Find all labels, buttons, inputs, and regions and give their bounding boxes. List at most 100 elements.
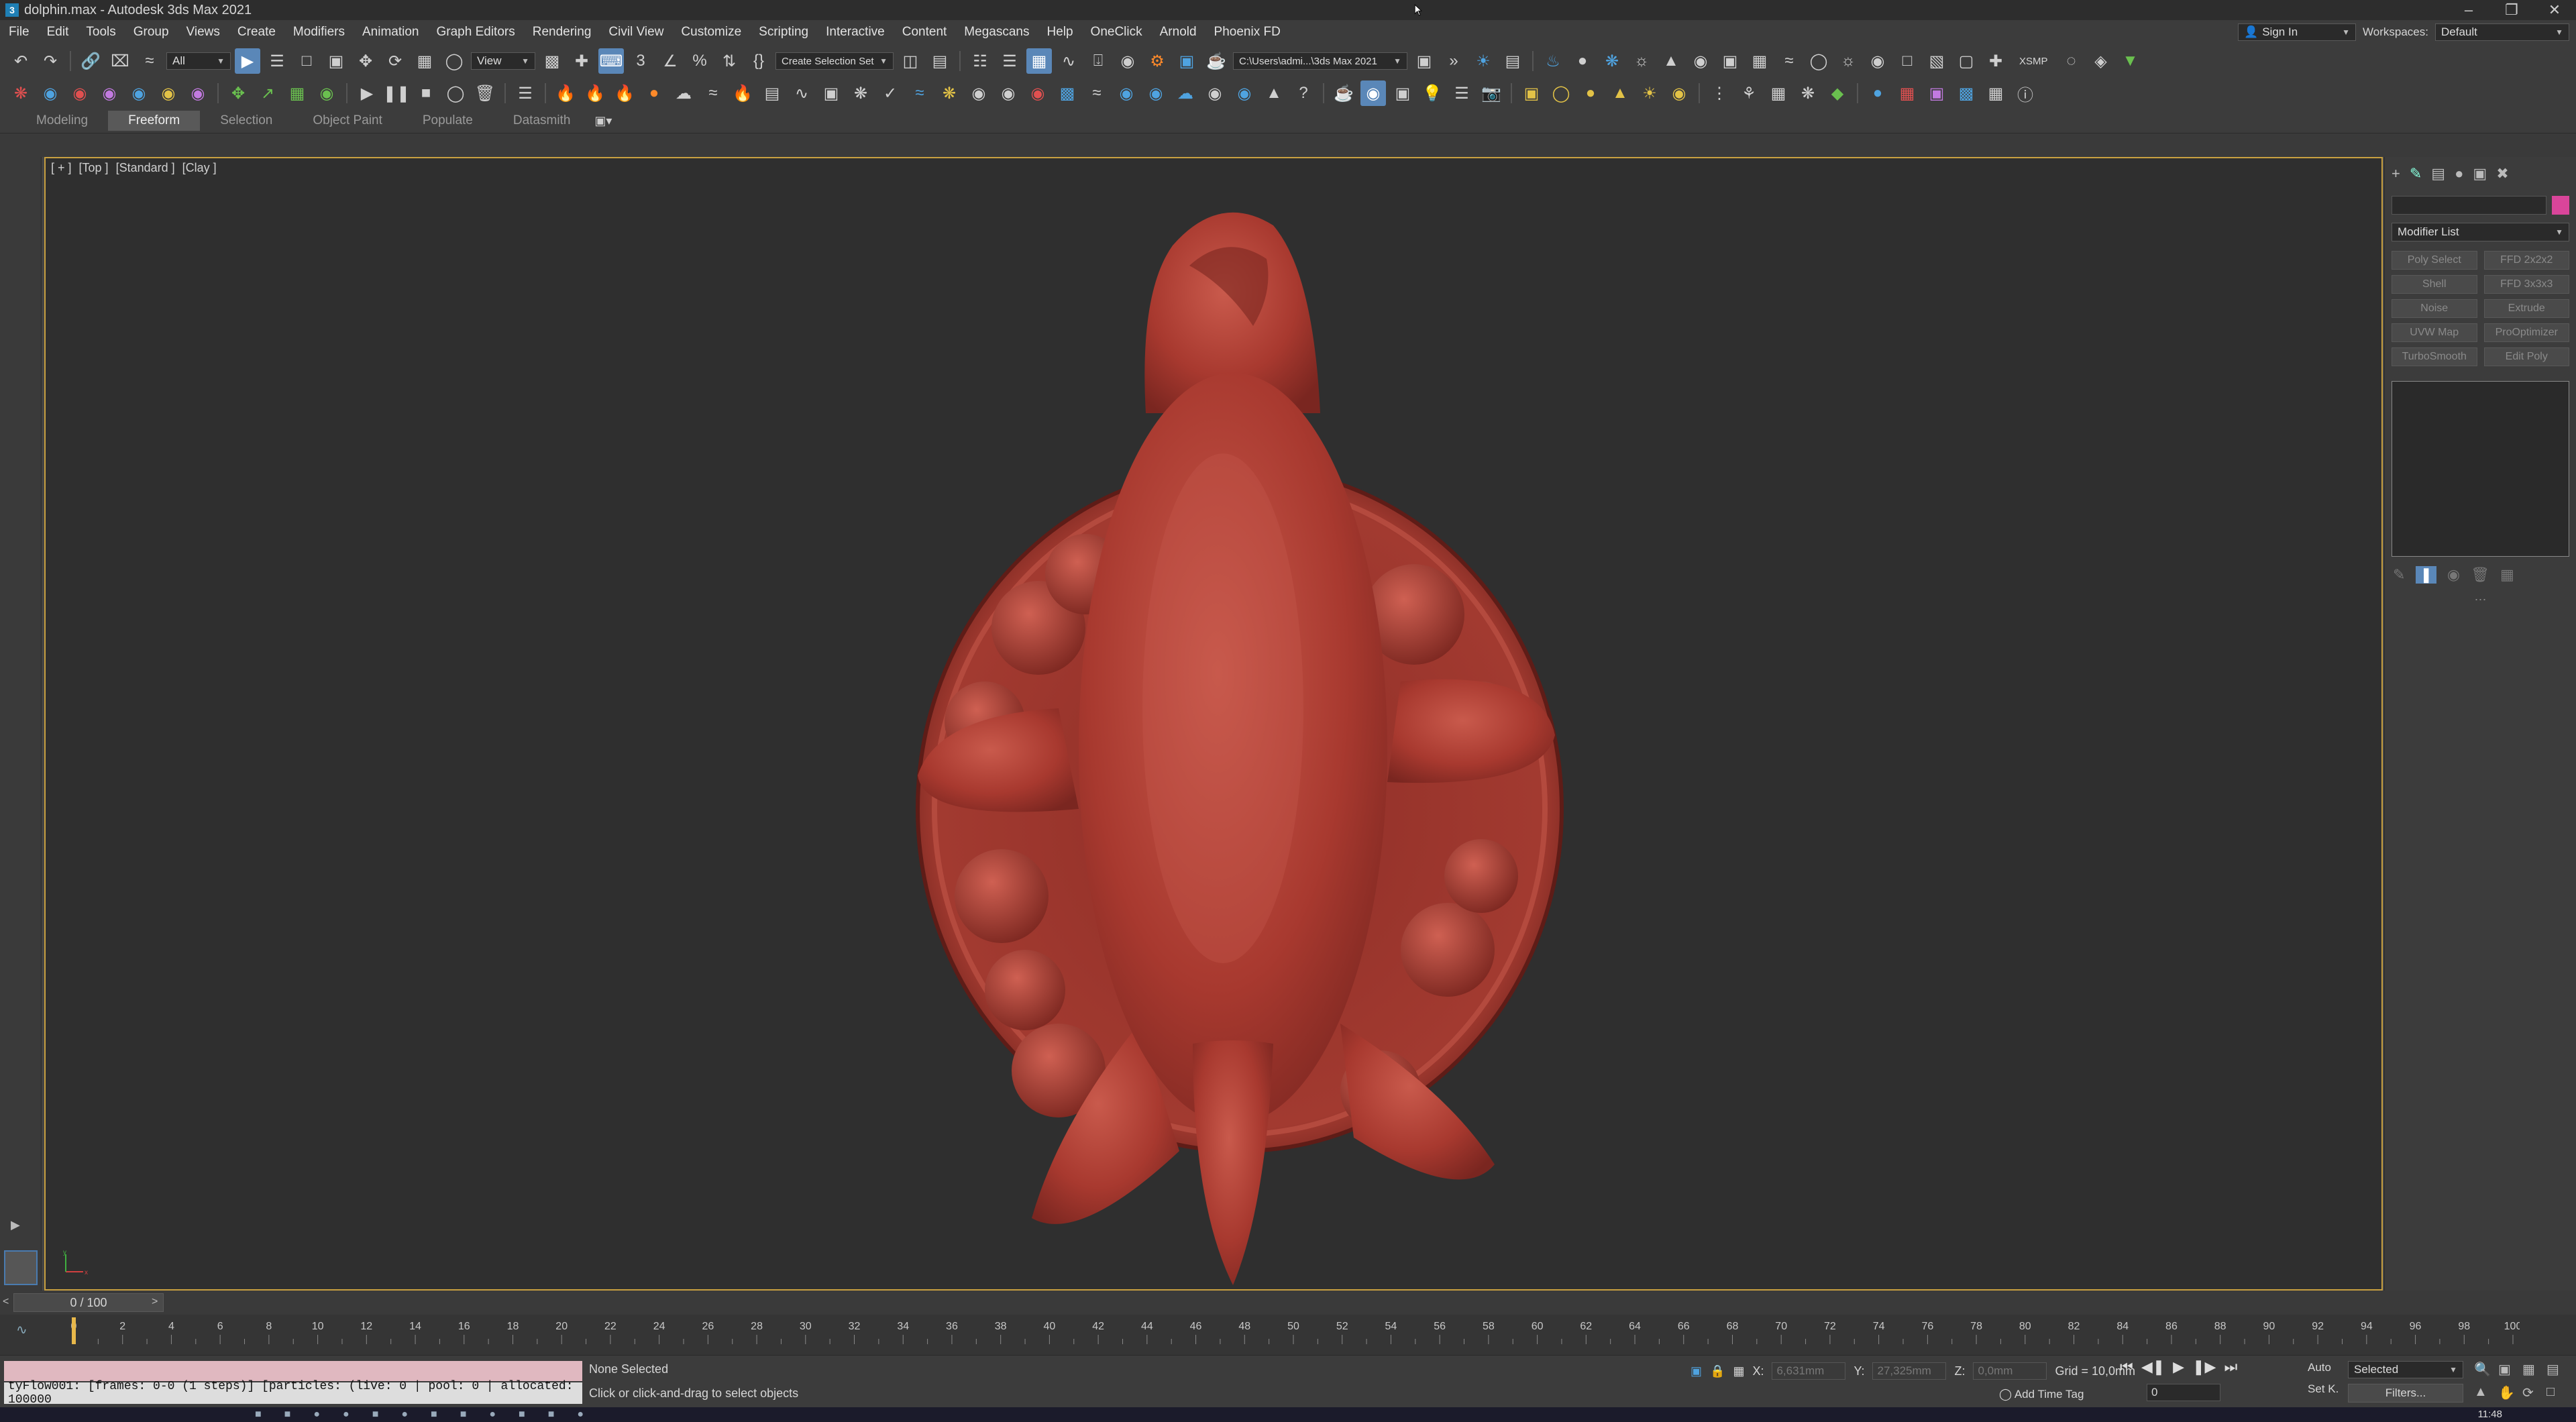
liquid-sim-icon[interactable]: ▩	[1055, 80, 1080, 106]
tab-freeform[interactable]: Freeform	[108, 111, 201, 131]
select-by-name-icon[interactable]: ☰	[264, 48, 290, 74]
wind-icon[interactable]: ≈	[907, 80, 932, 106]
taskbar-app-icon[interactable]: ●	[577, 1409, 584, 1421]
fire-preset-icon[interactable]: 🔥	[612, 80, 637, 106]
transform-gizmo-icon[interactable]: ✥	[225, 80, 251, 106]
sphere-light-icon[interactable]: ●	[1578, 80, 1603, 106]
rectangular-selection-icon[interactable]: □	[294, 48, 319, 74]
mesh-light-icon[interactable]: ▲	[1607, 80, 1633, 106]
phoenix-grid-icon[interactable]: ▧	[1924, 48, 1949, 74]
configure-sets-icon[interactable]: ▦	[2500, 566, 2514, 584]
lock-selection-icon[interactable]: 🔒	[1710, 1364, 1725, 1378]
curve-editor-icon[interactable]: ∿	[1056, 48, 1081, 74]
orbit-icon[interactable]: ⟳	[2522, 1384, 2544, 1401]
ribbon-options-icon[interactable]: ▣▾	[590, 108, 616, 133]
modify-tab-icon[interactable]: ✎	[2410, 165, 2422, 182]
mirror-icon[interactable]: ◫	[898, 48, 923, 74]
menu-group[interactable]: Group	[125, 20, 178, 44]
menu-file[interactable]: File	[0, 20, 38, 44]
particle-speed-icon[interactable]: ◉	[126, 80, 152, 106]
proxy-icon[interactable]: ▦	[1766, 80, 1791, 106]
track-view-icon[interactable]: ↗	[255, 80, 280, 106]
viewport-point-of-view[interactable]: [Top ]	[79, 161, 109, 174]
phoenix-light-icon[interactable]: ☼	[1835, 48, 1861, 74]
fire-sim-icon[interactable]: ●	[641, 80, 667, 106]
modifier-button-edit-poly[interactable]: Edit Poly	[2483, 347, 2569, 366]
select-object-icon[interactable]: ▶	[235, 48, 260, 74]
isolate-selection-icon[interactable]: ▣	[1690, 1364, 1702, 1378]
particle-force-icon[interactable]: ◉	[156, 80, 181, 106]
link-icon[interactable]: 🔗	[78, 48, 103, 74]
keyboard-shortcut-override-icon[interactable]: ⌨	[598, 48, 624, 74]
zoom-extents-icon[interactable]: ▦	[2522, 1361, 2544, 1378]
menu-modifiers[interactable]: Modifiers	[284, 20, 354, 44]
tyflow-icon[interactable]: ▼	[2118, 48, 2143, 74]
clipper-icon[interactable]: ❋	[1795, 80, 1821, 106]
modifier-button-extrude[interactable]: Extrude	[2483, 299, 2569, 318]
time-slider[interactable]: < 0 / 100 >	[0, 1291, 2576, 1315]
named-selection-set-dropdown[interactable]: Create Selection Set ▼	[775, 52, 894, 70]
menu-views[interactable]: Views	[178, 20, 229, 44]
pivot-point-icon[interactable]: ▩	[539, 48, 565, 74]
modifier-button-ffd-2x2x2[interactable]: FFD 2x2x2	[2483, 251, 2569, 270]
hierarchy-tab-icon[interactable]: ▤	[2431, 165, 2445, 182]
simulation-log-icon[interactable]: ☰	[513, 80, 538, 106]
splash-icon[interactable]: ◉	[1143, 80, 1169, 106]
previous-frame-icon[interactable]: <	[3, 1296, 9, 1308]
undo-icon[interactable]: ↶	[8, 48, 34, 74]
maximize-viewport-icon[interactable]: □	[2546, 1384, 2568, 1401]
phoenix-simulator-icon[interactable]: ▦	[1747, 48, 1772, 74]
maxscript-output[interactable]: tyFlow001: [frames: 0-0 (1 steps)] [part…	[4, 1380, 582, 1407]
restore-icon[interactable]: ❐	[2490, 0, 2533, 20]
vortex-icon[interactable]: ◉	[966, 80, 991, 106]
show-end-result-icon[interactable]: ❚	[2416, 566, 2436, 584]
workspace-dropdown[interactable]: Default ▼	[2435, 23, 2569, 41]
menu-interactive[interactable]: Interactive	[817, 20, 894, 44]
quick-render-icon[interactable]: ◉	[1360, 80, 1386, 106]
arnold-light-icon[interactable]: ☀	[1470, 48, 1496, 74]
align-icon[interactable]: ▤	[927, 48, 953, 74]
modifier-button-noise[interactable]: Noise	[2392, 299, 2477, 318]
particle-source-icon[interactable]: ◉	[67, 80, 93, 106]
tab-object-paint[interactable]: Object Paint	[292, 111, 402, 131]
help-icon[interactable]: ?	[1291, 80, 1316, 106]
record-icon[interactable]: ◉	[1025, 80, 1051, 106]
emitter-icon[interactable]: ❋	[936, 80, 962, 106]
tab-populate[interactable]: Populate	[402, 111, 493, 131]
bind-space-warp-icon[interactable]: ≈	[137, 48, 162, 74]
current-frame-marker[interactable]	[72, 1317, 76, 1344]
arnold-render-view-icon[interactable]: ▤	[1500, 48, 1525, 74]
time-slider-thumb[interactable]: 0 / 100	[13, 1293, 164, 1312]
render-production-icon[interactable]: ☕	[1203, 48, 1229, 74]
tab-datasmith[interactable]: Datasmith	[493, 111, 591, 131]
modifier-button-prooptimizer[interactable]: ProOptimizer	[2483, 323, 2569, 342]
fur-icon[interactable]: ⚘	[1736, 80, 1762, 106]
menu-customize[interactable]: Customize	[672, 20, 750, 44]
zoom-extents-all-icon[interactable]: ▤	[2546, 1361, 2568, 1378]
menu-help[interactable]: Help	[1038, 20, 1081, 44]
edit-named-selection-icon[interactable]: {}	[746, 48, 771, 74]
modifier-button-shell[interactable]: Shell	[2392, 275, 2477, 294]
x-coordinate-field[interactable]: 6,631mm	[1772, 1362, 1846, 1380]
taskbar-app-icon[interactable]: ●	[313, 1409, 320, 1421]
previous-key-icon[interactable]: ◀❚	[2141, 1358, 2165, 1376]
fire-smoke-grid-icon[interactable]: 🔥	[553, 80, 578, 106]
foam-icon[interactable]: ◉	[1114, 80, 1139, 106]
phoenix-camera-icon[interactable]: ◉	[1688, 48, 1713, 74]
taskbar-app-icon[interactable]: ■	[460, 1409, 467, 1421]
minimize-icon[interactable]: –	[2447, 0, 2490, 20]
phoenix-liquid-icon[interactable]: ●	[1570, 48, 1595, 74]
select-and-place-icon[interactable]: ◯	[441, 48, 467, 74]
ship-icon[interactable]: ▲	[1261, 80, 1287, 106]
disturbance-icon[interactable]: ∿	[789, 80, 814, 106]
zoom-icon[interactable]: 🔍	[2474, 1361, 2496, 1378]
delete-cache-icon[interactable]: 🗑	[472, 80, 498, 106]
menu-scripting[interactable]: Scripting	[750, 20, 817, 44]
modifier-button-turbosmooth[interactable]: TurboSmooth	[2392, 347, 2477, 366]
help-circle-icon[interactable]: ⓘ	[2012, 80, 2038, 106]
menu-graph-editors[interactable]: Graph Editors	[428, 20, 524, 44]
render-setup-icon[interactable]: ⚙	[1144, 48, 1170, 74]
multi-material-icon[interactable]: ▦	[1894, 80, 1920, 106]
absolute-mode-icon[interactable]: ▦	[1733, 1364, 1744, 1378]
phoenix-split-icon[interactable]: ✚	[1983, 48, 2008, 74]
